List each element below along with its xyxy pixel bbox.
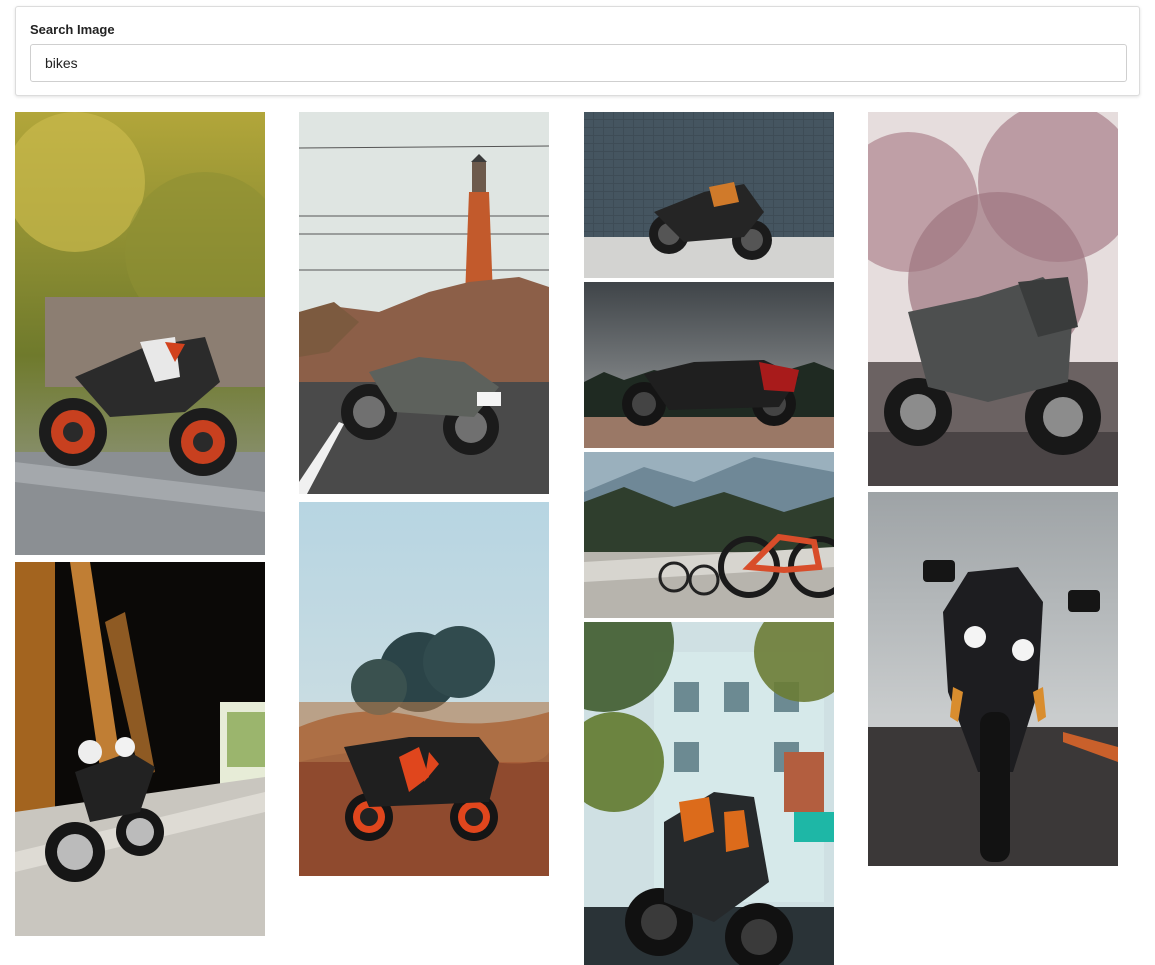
ktm-bike-by-buildings-photo[interactable] — [584, 622, 834, 965]
pulsar-bike-with-pink-trees-photo[interactable] — [868, 112, 1118, 486]
ktm-duke-bike-in-forest-photo[interactable] — [15, 112, 265, 555]
scrambler-bike-under-covered-bridge-photo[interactable] — [15, 562, 265, 936]
electric-bike-by-tile-wall-photo[interactable] — [584, 112, 834, 278]
cruiser-bike-cloudy-sky-photo[interactable] — [584, 282, 834, 448]
bicycles-mountain-road-photo[interactable] — [584, 452, 834, 618]
classic-bike-by-lighthouse-photo[interactable] — [299, 112, 549, 494]
search-card: Search Image — [15, 6, 1140, 96]
search-label: Search Image — [30, 22, 115, 37]
superbike-front-view-photo[interactable] — [868, 492, 1118, 866]
sport-bike-in-dry-grass-photo[interactable] — [299, 502, 549, 876]
search-input[interactable] — [30, 44, 1127, 82]
